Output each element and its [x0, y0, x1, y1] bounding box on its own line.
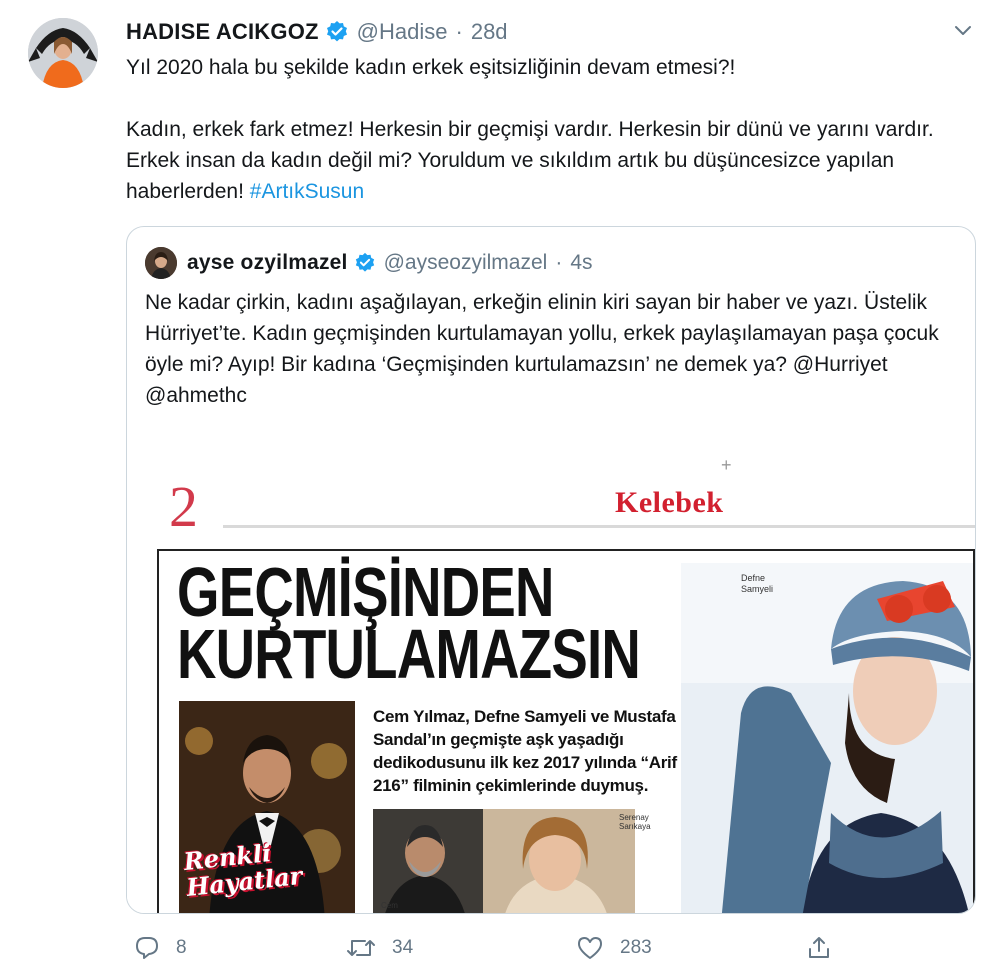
caption-defne-2: Samyeli: [741, 584, 774, 594]
newspaper-brand-logo: Kelebek: [615, 486, 724, 519]
tweet-text-line1: Yıl 2020 hala bu şekilde kadın erkek eşi…: [126, 56, 736, 79]
caption-serenay: Serenay Sarıkaya: [619, 813, 651, 831]
caption-serenay-1: Serenay: [619, 813, 649, 822]
quoted-tweet[interactable]: ayse ozyilmazel @ayseozyilmazel · 4s Ne …: [126, 226, 976, 914]
like-button[interactable]: 283: [576, 930, 652, 966]
author-name[interactable]: HADISE ACIKGOZ: [126, 19, 319, 45]
article-lede: Cem Yılmaz, Defne Samyeli ve Mustafa San…: [373, 707, 693, 795]
renkli-hayatlar-label: Renkli Hayatlar: [182, 837, 303, 902]
headline-line1: GEÇMİŞİNDEN: [177, 553, 554, 631]
caption-defne: Defne Samyeli: [741, 573, 773, 595]
header-rule: [223, 525, 975, 528]
share-icon: [809, 937, 829, 958]
verified-badge-icon: [354, 252, 376, 274]
tweet-text: Yıl 2020 hala bu şekilde kadın erkek eşi…: [126, 52, 976, 207]
tweet-header: HADISE ACIKGOZ @Hadise · 28d: [126, 16, 508, 48]
chevron-down-icon[interactable]: [952, 22, 974, 40]
caption-cem: Cem: [381, 901, 398, 910]
quoted-timestamp[interactable]: 4s: [570, 251, 592, 275]
retweet-icon: [347, 940, 375, 956]
tweet[interactable]: HADISE ACIKGOZ @Hadise · 28d Yıl 2020 ha…: [0, 0, 1000, 979]
newspaper-article: GEÇMİŞİNDEN KURTULAMAZSIN Renkli Hayatla…: [157, 549, 975, 913]
separator-dot: ·: [455, 19, 463, 44]
crop-mark: +: [721, 455, 732, 475]
like-icon: [578, 937, 602, 959]
verified-badge-icon: [325, 20, 349, 44]
quoted-author-avatar[interactable]: [145, 247, 177, 279]
separator-dot: ·: [555, 251, 563, 274]
tweet-actions: 8 34 283: [126, 930, 976, 966]
quoted-header: ayse ozyilmazel @ayseozyilmazel · 4s: [187, 247, 593, 279]
quoted-author-name[interactable]: ayse ozyilmazel: [187, 251, 348, 275]
tweet-text-body: Kadın, erkek fark etmez! Herkesin bir ge…: [126, 118, 934, 203]
quoted-text: Ne kadar çirkin, kadını aşağılayan, erke…: [145, 291, 939, 407]
photo-cem-serenay: [373, 809, 635, 913]
quoted-newspaper-image[interactable]: + 2 Kelebek GEÇMİŞİNDEN KURTULAMAZSIN Re…: [127, 433, 975, 913]
reply-icon: [136, 937, 158, 959]
tweet-timestamp[interactable]: 28d: [471, 19, 508, 45]
quoted-author-handle[interactable]: @ayseozyilmazel: [384, 251, 548, 275]
hashtag-link[interactable]: #ArtıkSusun: [250, 180, 364, 203]
article-headline: GEÇMİŞİNDEN KURTULAMAZSIN: [177, 553, 641, 693]
reply-button[interactable]: 8: [134, 930, 187, 966]
caption-serenay-2: Sarıkaya: [619, 822, 651, 831]
like-count: 283: [620, 937, 652, 958]
author-handle[interactable]: @Hadise: [357, 19, 448, 45]
caption-defne-1: Defne: [741, 573, 766, 583]
tweet-text-para2: Kadın, erkek fark etmez! Herkesin bir ge…: [126, 114, 976, 207]
share-button[interactable]: [806, 930, 848, 966]
author-avatar[interactable]: [28, 18, 98, 88]
page-number: 2: [169, 474, 198, 539]
photo-woman-in-beanie: [681, 563, 973, 913]
reply-count: 8: [176, 937, 187, 958]
retweet-button[interactable]: 34: [346, 930, 413, 966]
headline-line2: KURTULAMAZSIN: [177, 615, 641, 693]
retweet-count: 34: [392, 937, 414, 958]
